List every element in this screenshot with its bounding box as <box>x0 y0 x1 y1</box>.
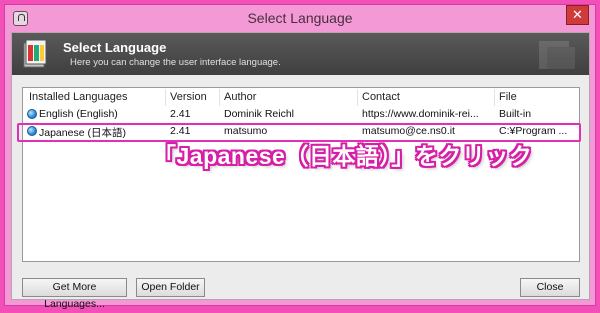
row-author: Dominik Reichl <box>224 108 295 120</box>
instruction-annotation: 「Japanese（日本語）」をクリック <box>153 143 533 169</box>
column-divider[interactable] <box>494 89 495 106</box>
globe-icon <box>27 109 37 119</box>
open-folder-button[interactable]: Open Folder <box>136 278 205 297</box>
language-book-icon <box>23 39 47 68</box>
banner-title: Select Language <box>63 40 167 55</box>
language-list[interactable]: Installed Languages Version Author Conta… <box>22 87 580 262</box>
row-file: Built-in <box>499 108 532 120</box>
row-name: English (English) <box>39 108 118 120</box>
window-close-button[interactable]: ✕ <box>566 5 589 25</box>
select-language-window: Select Language ✕ Select Language Here y… <box>4 4 596 310</box>
banner-decoration-icon <box>539 41 575 69</box>
title-bar: Select Language ✕ <box>5 5 595 31</box>
col-file[interactable]: File <box>499 91 517 103</box>
row-contact: https://www.dominik-rei... <box>362 108 479 120</box>
get-more-languages-button[interactable]: Get More Languages... <box>22 278 127 310</box>
col-author[interactable]: Author <box>224 91 256 103</box>
column-divider[interactable] <box>165 89 166 106</box>
col-contact[interactable]: Contact <box>362 91 400 103</box>
language-row-english[interactable]: English (English) 2.41 Dominik Reichl ht… <box>24 107 578 122</box>
column-divider[interactable] <box>219 89 220 106</box>
banner-subtitle: Here you can change the user interface l… <box>70 57 281 68</box>
row-version: 2.41 <box>170 108 191 120</box>
window-title: Select Language <box>247 10 353 26</box>
column-divider[interactable] <box>357 89 358 106</box>
dialog-banner: Select Language Here you can change the … <box>12 33 589 75</box>
col-version[interactable]: Version <box>170 91 207 103</box>
close-button[interactable]: Close <box>520 278 580 297</box>
col-installed-languages[interactable]: Installed Languages <box>29 91 127 103</box>
